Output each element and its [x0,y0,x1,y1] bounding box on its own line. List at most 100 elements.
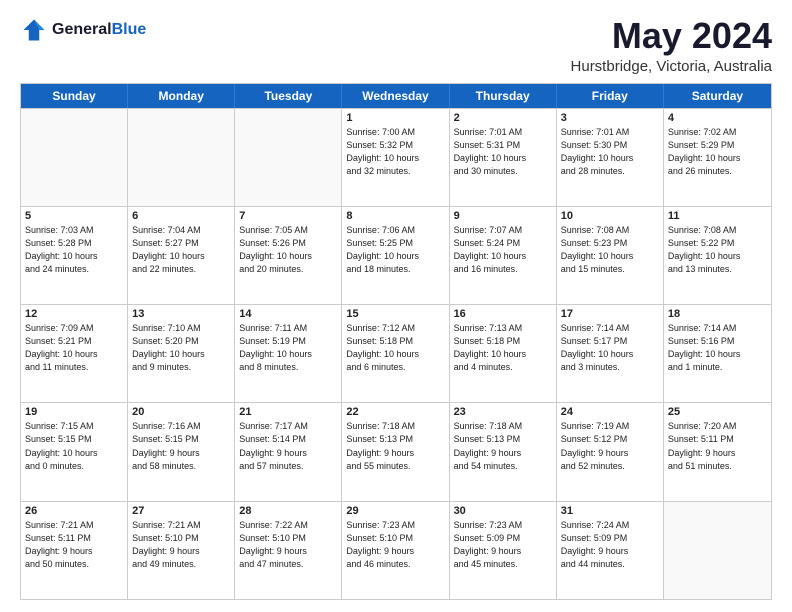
day-number: 14 [239,308,337,320]
calendar-cell: 16 Sunrise: 7:13 AM Sunset: 5:18 PM Dayli… [450,305,557,402]
day-number: 23 [454,406,552,418]
day-number: 31 [561,505,659,517]
main-title: May 2024 [571,16,772,56]
calendar-cell: 3 Sunrise: 7:01 AM Sunset: 5:30 PM Daylig… [557,109,664,206]
calendar-header-cell: Tuesday [235,84,342,108]
cell-info: Sunrise: 7:19 AM Sunset: 5:12 PM Dayligh… [561,420,659,472]
day-number: 1 [346,112,444,124]
day-number: 11 [668,210,767,222]
calendar-header: SundayMondayTuesdayWednesdayThursdayFrid… [21,84,771,108]
calendar-cell: 19 Sunrise: 7:15 AM Sunset: 5:15 PM Dayli… [21,403,128,500]
calendar-cell [235,109,342,206]
day-number: 19 [25,406,123,418]
calendar-cell: 9 Sunrise: 7:07 AM Sunset: 5:24 PM Daylig… [450,207,557,304]
cell-info: Sunrise: 7:23 AM Sunset: 5:10 PM Dayligh… [346,519,444,571]
calendar-cell: 14 Sunrise: 7:11 AM Sunset: 5:19 PM Dayli… [235,305,342,402]
calendar-cell: 18 Sunrise: 7:14 AM Sunset: 5:16 PM Dayli… [664,305,771,402]
calendar-week: 19 Sunrise: 7:15 AM Sunset: 5:15 PM Dayli… [21,402,771,500]
cell-info: Sunrise: 7:14 AM Sunset: 5:16 PM Dayligh… [668,322,767,374]
day-number: 3 [561,112,659,124]
calendar-cell: 20 Sunrise: 7:16 AM Sunset: 5:15 PM Dayli… [128,403,235,500]
day-number: 20 [132,406,230,418]
day-number: 26 [25,505,123,517]
day-number: 28 [239,505,337,517]
day-number: 8 [346,210,444,222]
day-number: 18 [668,308,767,320]
cell-info: Sunrise: 7:18 AM Sunset: 5:13 PM Dayligh… [346,420,444,472]
day-number: 25 [668,406,767,418]
cell-info: Sunrise: 7:24 AM Sunset: 5:09 PM Dayligh… [561,519,659,571]
cell-info: Sunrise: 7:13 AM Sunset: 5:18 PM Dayligh… [454,322,552,374]
calendar-header-cell: Thursday [450,84,557,108]
cell-info: Sunrise: 7:02 AM Sunset: 5:29 PM Dayligh… [668,126,767,178]
calendar-cell: 4Sunrise: 7:02 AM Sunset: 5:29 PM Daylig… [664,109,771,206]
calendar-week: 1 Sunrise: 7:00 AM Sunset: 5:32 PM Daylig… [21,108,771,206]
calendar-body: 1 Sunrise: 7:00 AM Sunset: 5:32 PM Daylig… [21,108,771,599]
calendar-cell: 29 Sunrise: 7:23 AM Sunset: 5:10 PM Dayli… [342,502,449,599]
calendar-header-cell: Friday [557,84,664,108]
cell-info: Sunrise: 7:01 AM Sunset: 5:31 PM Dayligh… [454,126,552,178]
cell-info: Sunrise: 7:05 AM Sunset: 5:26 PM Dayligh… [239,224,337,276]
cell-info: Sunrise: 7:06 AM Sunset: 5:25 PM Dayligh… [346,224,444,276]
cell-info: Sunrise: 7:17 AM Sunset: 5:14 PM Dayligh… [239,420,337,472]
day-number: 21 [239,406,337,418]
day-number: 15 [346,308,444,320]
day-number: 17 [561,308,659,320]
day-number: 7 [239,210,337,222]
calendar-cell: 11 Sunrise: 7:08 AM Sunset: 5:22 PM Dayli… [664,207,771,304]
calendar-week: 5 Sunrise: 7:03 AM Sunset: 5:28 PM Daylig… [21,206,771,304]
calendar-cell: 24 Sunrise: 7:19 AM Sunset: 5:12 PM Dayli… [557,403,664,500]
day-number: 29 [346,505,444,517]
day-number: 24 [561,406,659,418]
calendar-cell [664,502,771,599]
calendar-cell: 27 Sunrise: 7:21 AM Sunset: 5:10 PM Dayli… [128,502,235,599]
calendar-cell: 25Sunrise: 7:20 AM Sunset: 5:11 PM Dayli… [664,403,771,500]
day-number: 6 [132,210,230,222]
cell-info: Sunrise: 7:01 AM Sunset: 5:30 PM Dayligh… [561,126,659,178]
calendar-cell: 8 Sunrise: 7:06 AM Sunset: 5:25 PM Daylig… [342,207,449,304]
calendar-cell [21,109,128,206]
calendar-cell: 22Sunrise: 7:18 AM Sunset: 5:13 PM Dayli… [342,403,449,500]
day-number: 5 [25,210,123,222]
cell-info: Sunrise: 7:23 AM Sunset: 5:09 PM Dayligh… [454,519,552,571]
day-number: 30 [454,505,552,517]
title-block: May 2024 Hurstbridge, Victoria, Australi… [571,16,772,75]
cell-info: Sunrise: 7:15 AM Sunset: 5:15 PM Dayligh… [25,420,123,472]
calendar-cell: 28 Sunrise: 7:22 AM Sunset: 5:10 PM Dayli… [235,502,342,599]
cell-info: Sunrise: 7:08 AM Sunset: 5:22 PM Dayligh… [668,224,767,276]
cell-info: Sunrise: 7:00 AM Sunset: 5:32 PM Dayligh… [346,126,444,178]
cell-info: Sunrise: 7:21 AM Sunset: 5:10 PM Dayligh… [132,519,230,571]
calendar-cell: 31 Sunrise: 7:24 AM Sunset: 5:09 PM Dayli… [557,502,664,599]
cell-info: Sunrise: 7:10 AM Sunset: 5:20 PM Dayligh… [132,322,230,374]
day-number: 10 [561,210,659,222]
cell-info: Sunrise: 7:11 AM Sunset: 5:19 PM Dayligh… [239,322,337,374]
calendar-cell: 5 Sunrise: 7:03 AM Sunset: 5:28 PM Daylig… [21,207,128,304]
calendar-cell: 26Sunrise: 7:21 AM Sunset: 5:11 PM Dayli… [21,502,128,599]
day-number: 9 [454,210,552,222]
day-number: 16 [454,308,552,320]
cell-info: Sunrise: 7:03 AM Sunset: 5:28 PM Dayligh… [25,224,123,276]
cell-info: Sunrise: 7:16 AM Sunset: 5:15 PM Dayligh… [132,420,230,472]
day-number: 2 [454,112,552,124]
calendar-week: 12Sunrise: 7:09 AM Sunset: 5:21 PM Dayli… [21,304,771,402]
logo: GeneralBlue [20,16,146,44]
cell-info: Sunrise: 7:04 AM Sunset: 5:27 PM Dayligh… [132,224,230,276]
page: GeneralBlue May 2024 Hurstbridge, Victor… [0,0,792,612]
cell-info: Sunrise: 7:08 AM Sunset: 5:23 PM Dayligh… [561,224,659,276]
header: GeneralBlue May 2024 Hurstbridge, Victor… [20,16,772,75]
calendar-cell: 10 Sunrise: 7:08 AM Sunset: 5:23 PM Dayli… [557,207,664,304]
calendar-header-cell: Saturday [664,84,771,108]
calendar-cell: 13Sunrise: 7:10 AM Sunset: 5:20 PM Dayli… [128,305,235,402]
cell-info: Sunrise: 7:07 AM Sunset: 5:24 PM Dayligh… [454,224,552,276]
calendar-header-cell: Monday [128,84,235,108]
cell-info: Sunrise: 7:12 AM Sunset: 5:18 PM Dayligh… [346,322,444,374]
subtitle: Hurstbridge, Victoria, Australia [571,58,772,75]
calendar-cell: 7 Sunrise: 7:05 AM Sunset: 5:26 PM Daylig… [235,207,342,304]
calendar-cell: 6 Sunrise: 7:04 AM Sunset: 5:27 PM Daylig… [128,207,235,304]
calendar-cell: 21 Sunrise: 7:17 AM Sunset: 5:14 PM Dayli… [235,403,342,500]
day-number: 27 [132,505,230,517]
cell-info: Sunrise: 7:22 AM Sunset: 5:10 PM Dayligh… [239,519,337,571]
calendar-cell: 2 Sunrise: 7:01 AM Sunset: 5:31 PM Daylig… [450,109,557,206]
calendar-cell: 1 Sunrise: 7:00 AM Sunset: 5:32 PM Daylig… [342,109,449,206]
cell-info: Sunrise: 7:14 AM Sunset: 5:17 PM Dayligh… [561,322,659,374]
